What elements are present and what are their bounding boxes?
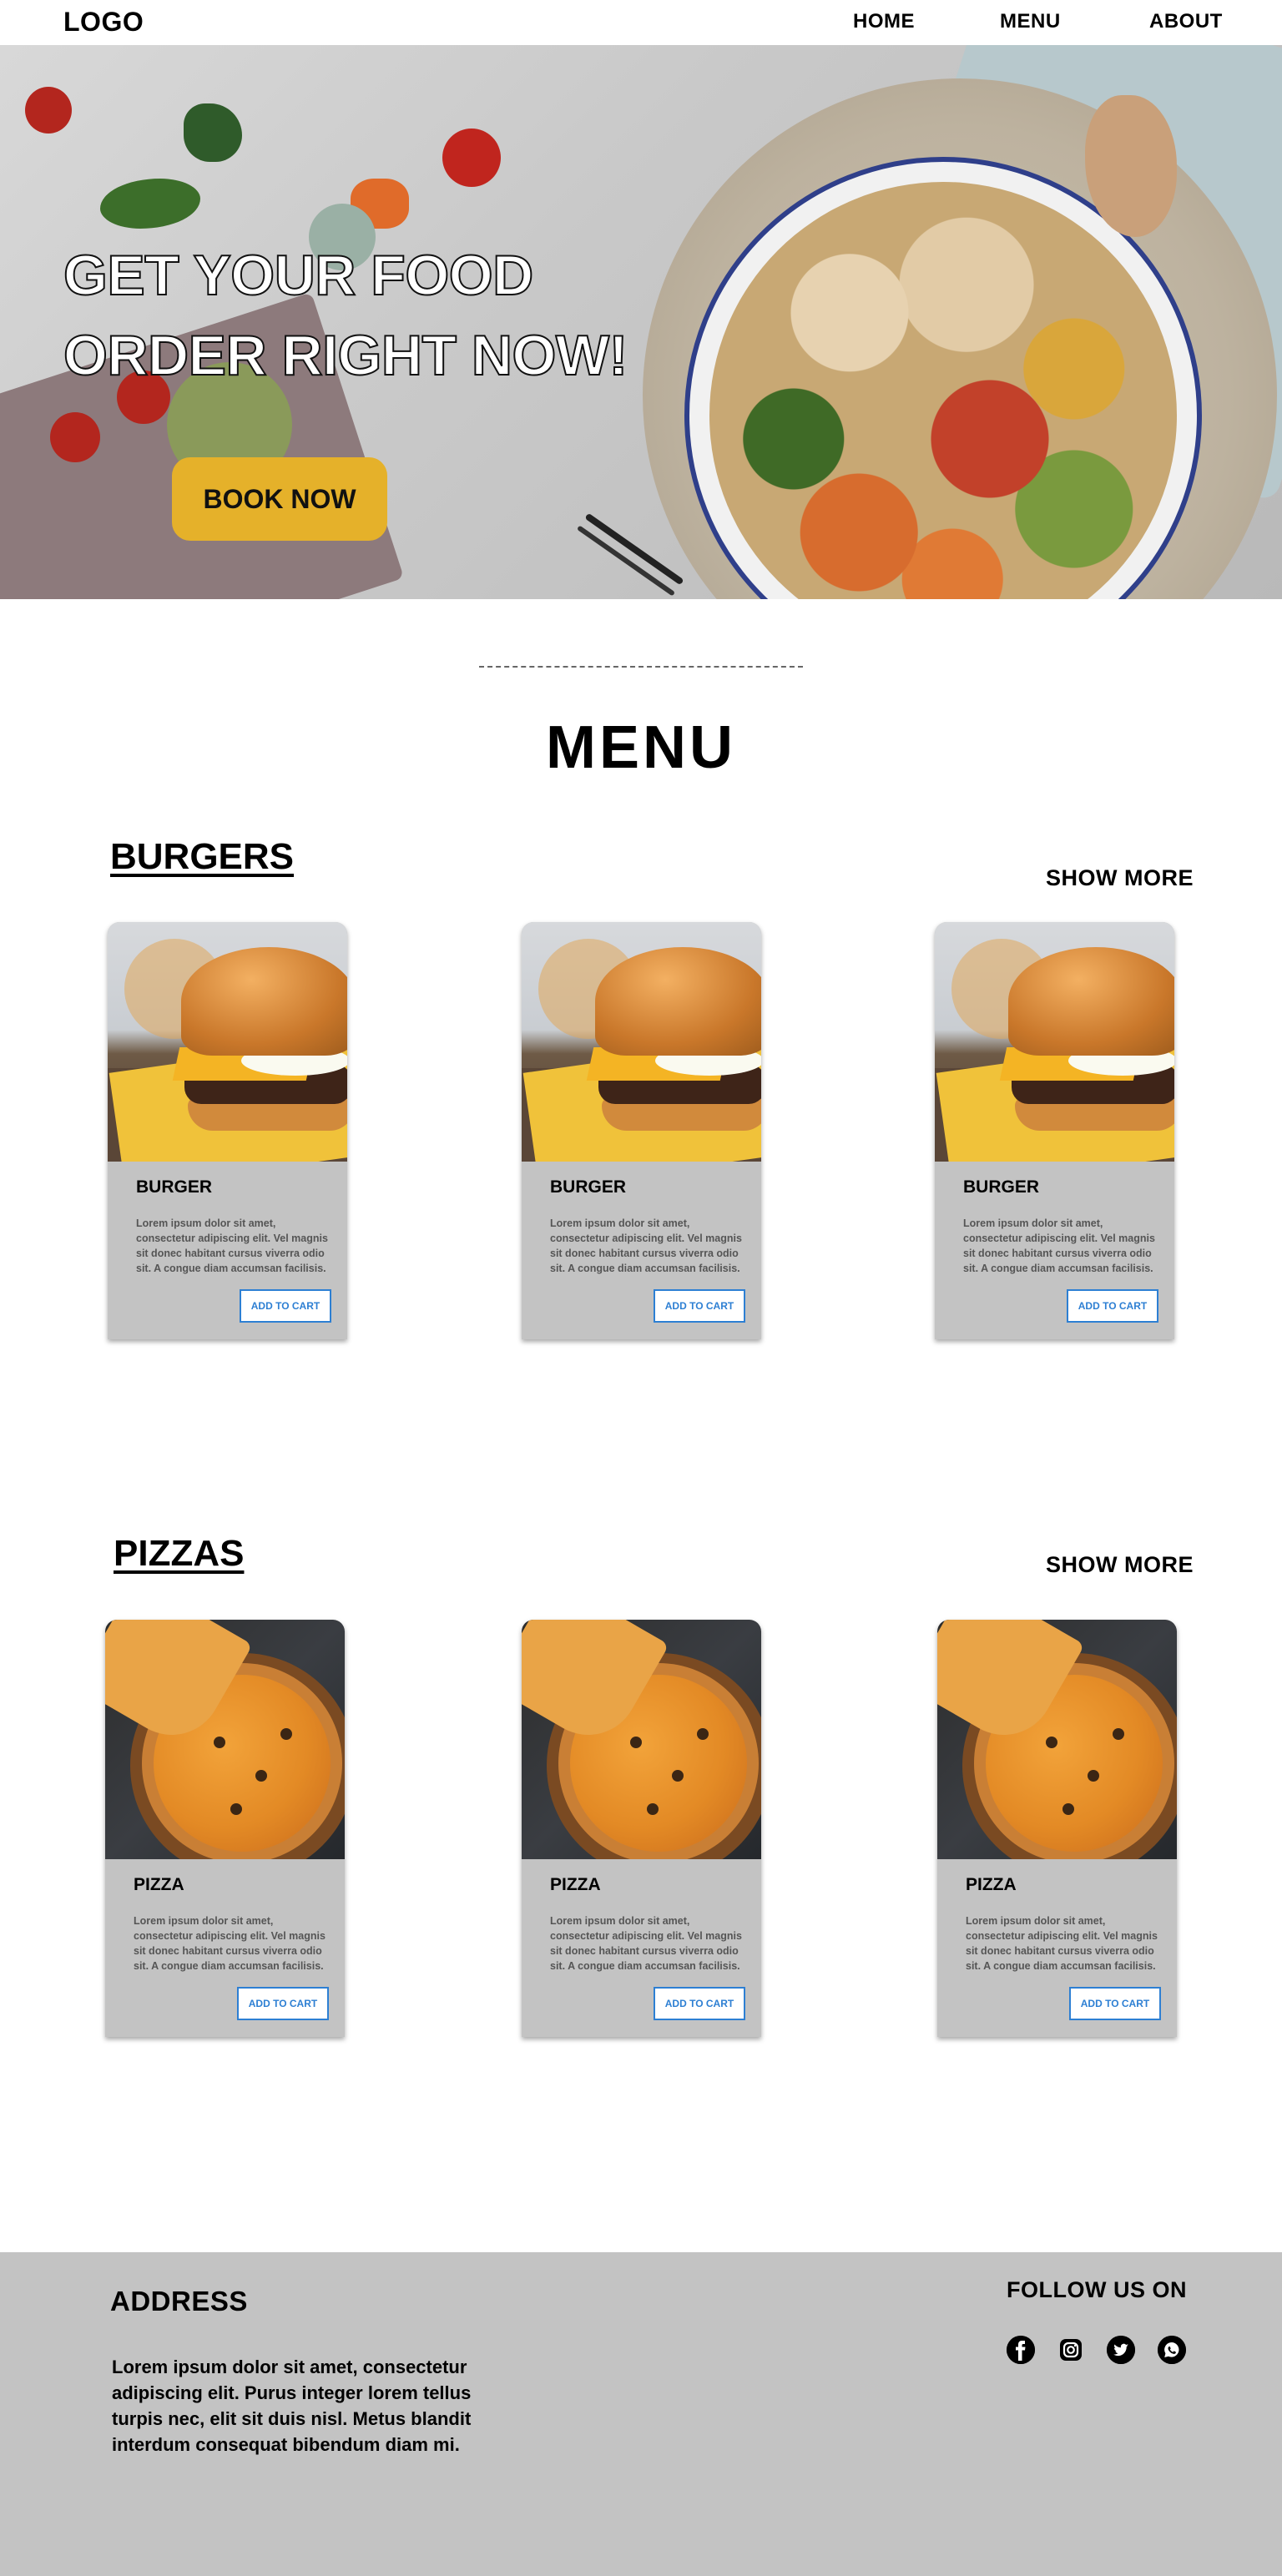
- burger-card: BURGER Lorem ipsum dolor sit amet, conse…: [522, 922, 761, 1339]
- hero-banner: GET YOUR FOOD ORDER RIGHT NOW! BOOK NOW: [0, 45, 1282, 599]
- instagram-icon[interactable]: [1057, 2336, 1085, 2364]
- burger-image: [522, 922, 761, 1162]
- section-divider: [479, 666, 803, 668]
- book-now-button[interactable]: BOOK NOW: [172, 457, 387, 541]
- top-navbar: LOGO HOME MENU ABOUT: [0, 0, 1282, 45]
- add-to-cart-button[interactable]: ADD TO CART: [237, 1987, 329, 2020]
- pizza-image: [522, 1620, 761, 1859]
- footer: ADDRESS Lorem ipsum dolor sit amet, cons…: [0, 2252, 1282, 2576]
- card-description: Lorem ipsum dolor sit amet, consectetur …: [136, 1217, 328, 1274]
- add-to-cart-button[interactable]: ADD TO CART: [240, 1289, 331, 1323]
- whatsapp-icon[interactable]: [1158, 2336, 1186, 2364]
- card-description: Lorem ipsum dolor sit amet, consectetur …: [963, 1217, 1155, 1274]
- menu-heading: MENU: [546, 714, 736, 781]
- add-to-cart-button[interactable]: ADD TO CART: [1069, 1987, 1161, 2020]
- facebook-icon[interactable]: [1007, 2336, 1035, 2364]
- basil-graphic: [100, 179, 200, 229]
- tomato-graphic: [50, 412, 100, 462]
- add-to-cart-button[interactable]: ADD TO CART: [654, 1987, 745, 2020]
- card-title: BURGER: [963, 1177, 1040, 1197]
- card-title: BURGER: [550, 1177, 627, 1197]
- pizza-image: [105, 1620, 345, 1859]
- add-to-cart-button[interactable]: ADD TO CART: [654, 1289, 745, 1323]
- logo[interactable]: LOGO: [63, 7, 144, 38]
- card-title: PIZZA: [550, 1875, 601, 1894]
- nav-home-link[interactable]: HOME: [853, 10, 915, 33]
- twitter-icon[interactable]: [1107, 2336, 1135, 2364]
- burgers-show-more-link[interactable]: SHOW MORE: [1046, 865, 1194, 891]
- card-description: Lorem ipsum dolor sit amet, consectetur …: [966, 1915, 1158, 1972]
- add-to-cart-button[interactable]: ADD TO CART: [1067, 1289, 1158, 1323]
- fork-graphic: [576, 525, 676, 597]
- card-description: Lorem ipsum dolor sit amet, consectetur …: [550, 1217, 742, 1274]
- burger-image: [108, 922, 347, 1162]
- follow-us-heading: FOLLOW US ON: [1007, 2277, 1187, 2302]
- pizza-card: PIZZA Lorem ipsum dolor sit amet, consec…: [105, 1620, 345, 2037]
- nav-menu-link[interactable]: MENU: [1000, 10, 1061, 33]
- burger-card: BURGER Lorem ipsum dolor sit amet, conse…: [935, 922, 1174, 1339]
- pizzas-heading: PIZZAS: [114, 1533, 245, 1574]
- pizza-card: PIZZA Lorem ipsum dolor sit amet, consec…: [522, 1620, 761, 2037]
- address-text: Lorem ipsum dolor sit amet, consectetur …: [112, 2357, 472, 2455]
- burger-card: BURGER Lorem ipsum dolor sit amet, conse…: [108, 922, 347, 1339]
- card-title: PIZZA: [134, 1875, 184, 1894]
- basil-graphic: [184, 103, 242, 162]
- hero-headline: GET YOUR FOOD ORDER RIGHT NOW!: [63, 235, 628, 396]
- card-description: Lorem ipsum dolor sit amet, consectetur …: [134, 1915, 326, 1972]
- pizza-image: [937, 1620, 1177, 1859]
- pizza-card: PIZZA Lorem ipsum dolor sit amet, consec…: [937, 1620, 1177, 2037]
- burger-image: [935, 922, 1174, 1162]
- hero-headline-line1: GET YOUR FOOD: [63, 243, 534, 308]
- tomato-graphic: [25, 87, 72, 134]
- burgers-heading: BURGERS: [110, 836, 295, 877]
- pizzas-show-more-link[interactable]: SHOW MORE: [1046, 1552, 1194, 1578]
- hero-headline-line2: ORDER RIGHT NOW!: [63, 323, 628, 388]
- nav-about-link[interactable]: ABOUT: [1149, 10, 1223, 33]
- card-description: Lorem ipsum dolor sit amet, consectetur …: [550, 1915, 742, 1972]
- card-title: PIZZA: [966, 1875, 1017, 1894]
- address-heading: ADDRESS: [110, 2286, 248, 2316]
- tomato-graphic: [442, 129, 501, 187]
- card-title: BURGER: [136, 1177, 213, 1197]
